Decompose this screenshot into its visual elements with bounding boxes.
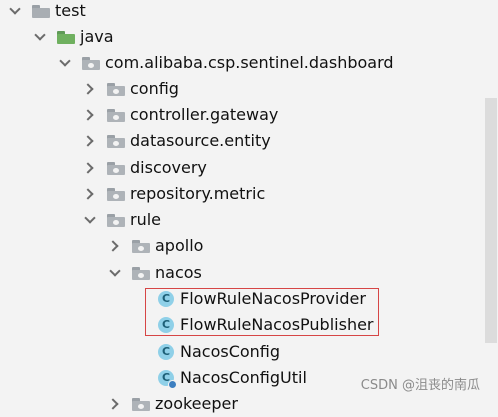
chevron-down-icon[interactable]	[58, 56, 72, 70]
tree-item-label: java	[80, 27, 114, 46]
tree-item-label: repository.metric	[130, 184, 266, 203]
tree-item-discovery[interactable]: discovery	[83, 155, 207, 181]
tree-item-label: zookeeper	[155, 394, 238, 413]
tree-item-label: discovery	[130, 158, 207, 177]
package-icon	[132, 239, 150, 253]
chevron-right-icon[interactable]	[108, 239, 122, 253]
tree-item-datasource-entity[interactable]: datasource.entity	[83, 128, 271, 154]
package-icon	[132, 397, 150, 411]
package-icon	[107, 161, 125, 175]
tree-item-label: com.alibaba.csp.sentinel.dashboard	[105, 53, 394, 72]
chevron-right-icon[interactable]	[108, 397, 122, 411]
chevron-right-icon[interactable]	[83, 187, 97, 201]
package-icon	[107, 134, 125, 148]
package-icon	[107, 108, 125, 122]
tree-item-test[interactable]: test	[8, 0, 86, 24]
class-icon: C	[158, 344, 174, 360]
package-icon	[82, 56, 100, 70]
package-icon	[107, 82, 125, 96]
highlight-box	[145, 288, 379, 336]
folder-icon	[32, 4, 50, 18]
tree-item-label: rule	[130, 210, 162, 229]
tree-item-label: datasource.entity	[130, 131, 271, 150]
tree-item-package-dashboard[interactable]: com.alibaba.csp.sentinel.dashboard	[58, 50, 394, 76]
tree-item-nacosconfigutil[interactable]: C NacosConfigUtil	[158, 365, 307, 391]
chevron-down-icon[interactable]	[33, 30, 47, 44]
tree-item-nacos[interactable]: nacos	[108, 260, 202, 286]
tree-item-label: apollo	[155, 236, 204, 255]
package-icon	[107, 213, 125, 227]
tree-item-label: controller.gateway	[130, 105, 279, 124]
scrollbar-thumb[interactable]	[485, 98, 497, 343]
tree-item-controller-gateway[interactable]: controller.gateway	[83, 102, 278, 128]
tree-item-label: NacosConfigUtil	[180, 368, 307, 387]
tree-item-java[interactable]: java	[33, 24, 114, 50]
tree-item-label: test	[55, 1, 86, 20]
chevron-down-icon[interactable]	[108, 266, 122, 280]
tree-item-label: config	[130, 79, 179, 98]
tree-item-repository-metric[interactable]: repository.metric	[83, 181, 265, 207]
config-class-icon: C	[158, 370, 177, 389]
tree-item-config[interactable]: config	[83, 76, 179, 102]
chevron-right-icon[interactable]	[83, 82, 97, 96]
chevron-down-icon[interactable]	[8, 4, 22, 18]
watermark: CSDN @沮丧的南瓜	[360, 378, 480, 393]
tree-item-zookeeper[interactable]: zookeeper	[108, 391, 238, 417]
package-icon	[107, 187, 125, 201]
tree-item-apollo[interactable]: apollo	[108, 233, 203, 259]
chevron-down-icon[interactable]	[83, 213, 97, 227]
tree-item-label: nacos	[155, 263, 202, 282]
tree-item-nacosconfig[interactable]: C NacosConfig	[158, 339, 280, 365]
chevron-right-icon[interactable]	[83, 108, 97, 122]
source-folder-icon	[57, 30, 75, 44]
chevron-right-icon[interactable]	[83, 134, 97, 148]
tree-item-rule[interactable]: rule	[83, 207, 161, 233]
package-icon	[132, 266, 150, 280]
chevron-right-icon[interactable]	[83, 161, 97, 175]
tree-item-label: NacosConfig	[180, 342, 281, 361]
